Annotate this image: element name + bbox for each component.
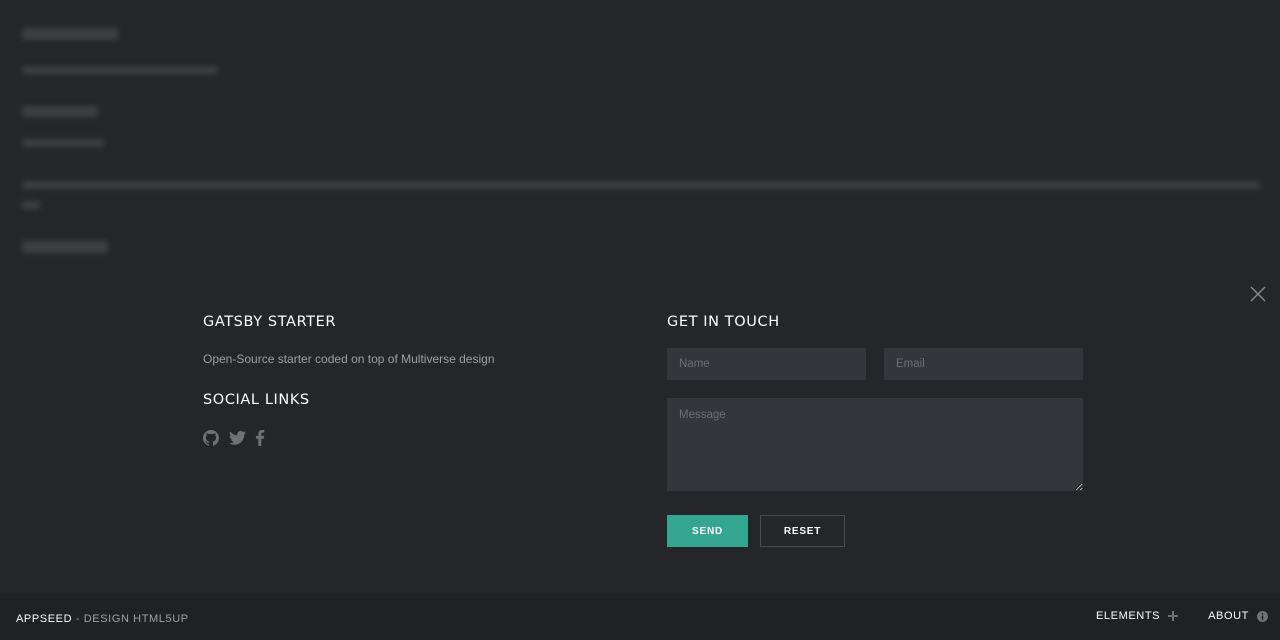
name-input[interactable]	[667, 348, 866, 380]
brand-name: APPSEED	[16, 613, 73, 625]
footer-brand[interactable]: APPSEED - DESIGN HTML5UP	[16, 613, 189, 625]
about-panel: GATSBY STARTER Open-Source starter coded…	[203, 314, 623, 446]
brand-subtitle: - DESIGN HTML5UP	[72, 613, 189, 625]
plus-icon	[1168, 611, 1179, 621]
footer-nav: ELEMENTS ABOUT	[1096, 610, 1268, 622]
nav-elements[interactable]: ELEMENTS	[1096, 610, 1179, 622]
contact-panel: GET IN TOUCH SEND RESET	[667, 314, 1083, 547]
contact-title: GET IN TOUCH	[667, 314, 780, 330]
nav-about-label: ABOUT	[1208, 610, 1249, 622]
message-textarea[interactable]	[667, 398, 1083, 491]
nav-about[interactable]: ABOUT	[1208, 610, 1268, 622]
blurred-background	[0, 0, 1280, 600]
send-button[interactable]: SEND	[667, 515, 748, 547]
github-icon[interactable]	[203, 430, 220, 446]
social-links-title: SOCIAL LINKS	[203, 392, 310, 408]
footer-bar: APPSEED - DESIGN HTML5UP ELEMENTS ABOUT	[0, 594, 1280, 640]
section-title: GATSBY STARTER	[203, 314, 337, 330]
facebook-icon[interactable]	[255, 429, 271, 446]
info-icon	[1257, 610, 1268, 622]
reset-button[interactable]: RESET	[760, 515, 845, 547]
twitter-icon[interactable]	[229, 430, 246, 446]
close-icon[interactable]	[1248, 284, 1268, 304]
social-links	[203, 429, 623, 446]
nav-elements-label: ELEMENTS	[1096, 610, 1161, 622]
email-input[interactable]	[884, 348, 1083, 380]
description-text: Open-Source starter coded on top of Mult…	[203, 352, 495, 366]
